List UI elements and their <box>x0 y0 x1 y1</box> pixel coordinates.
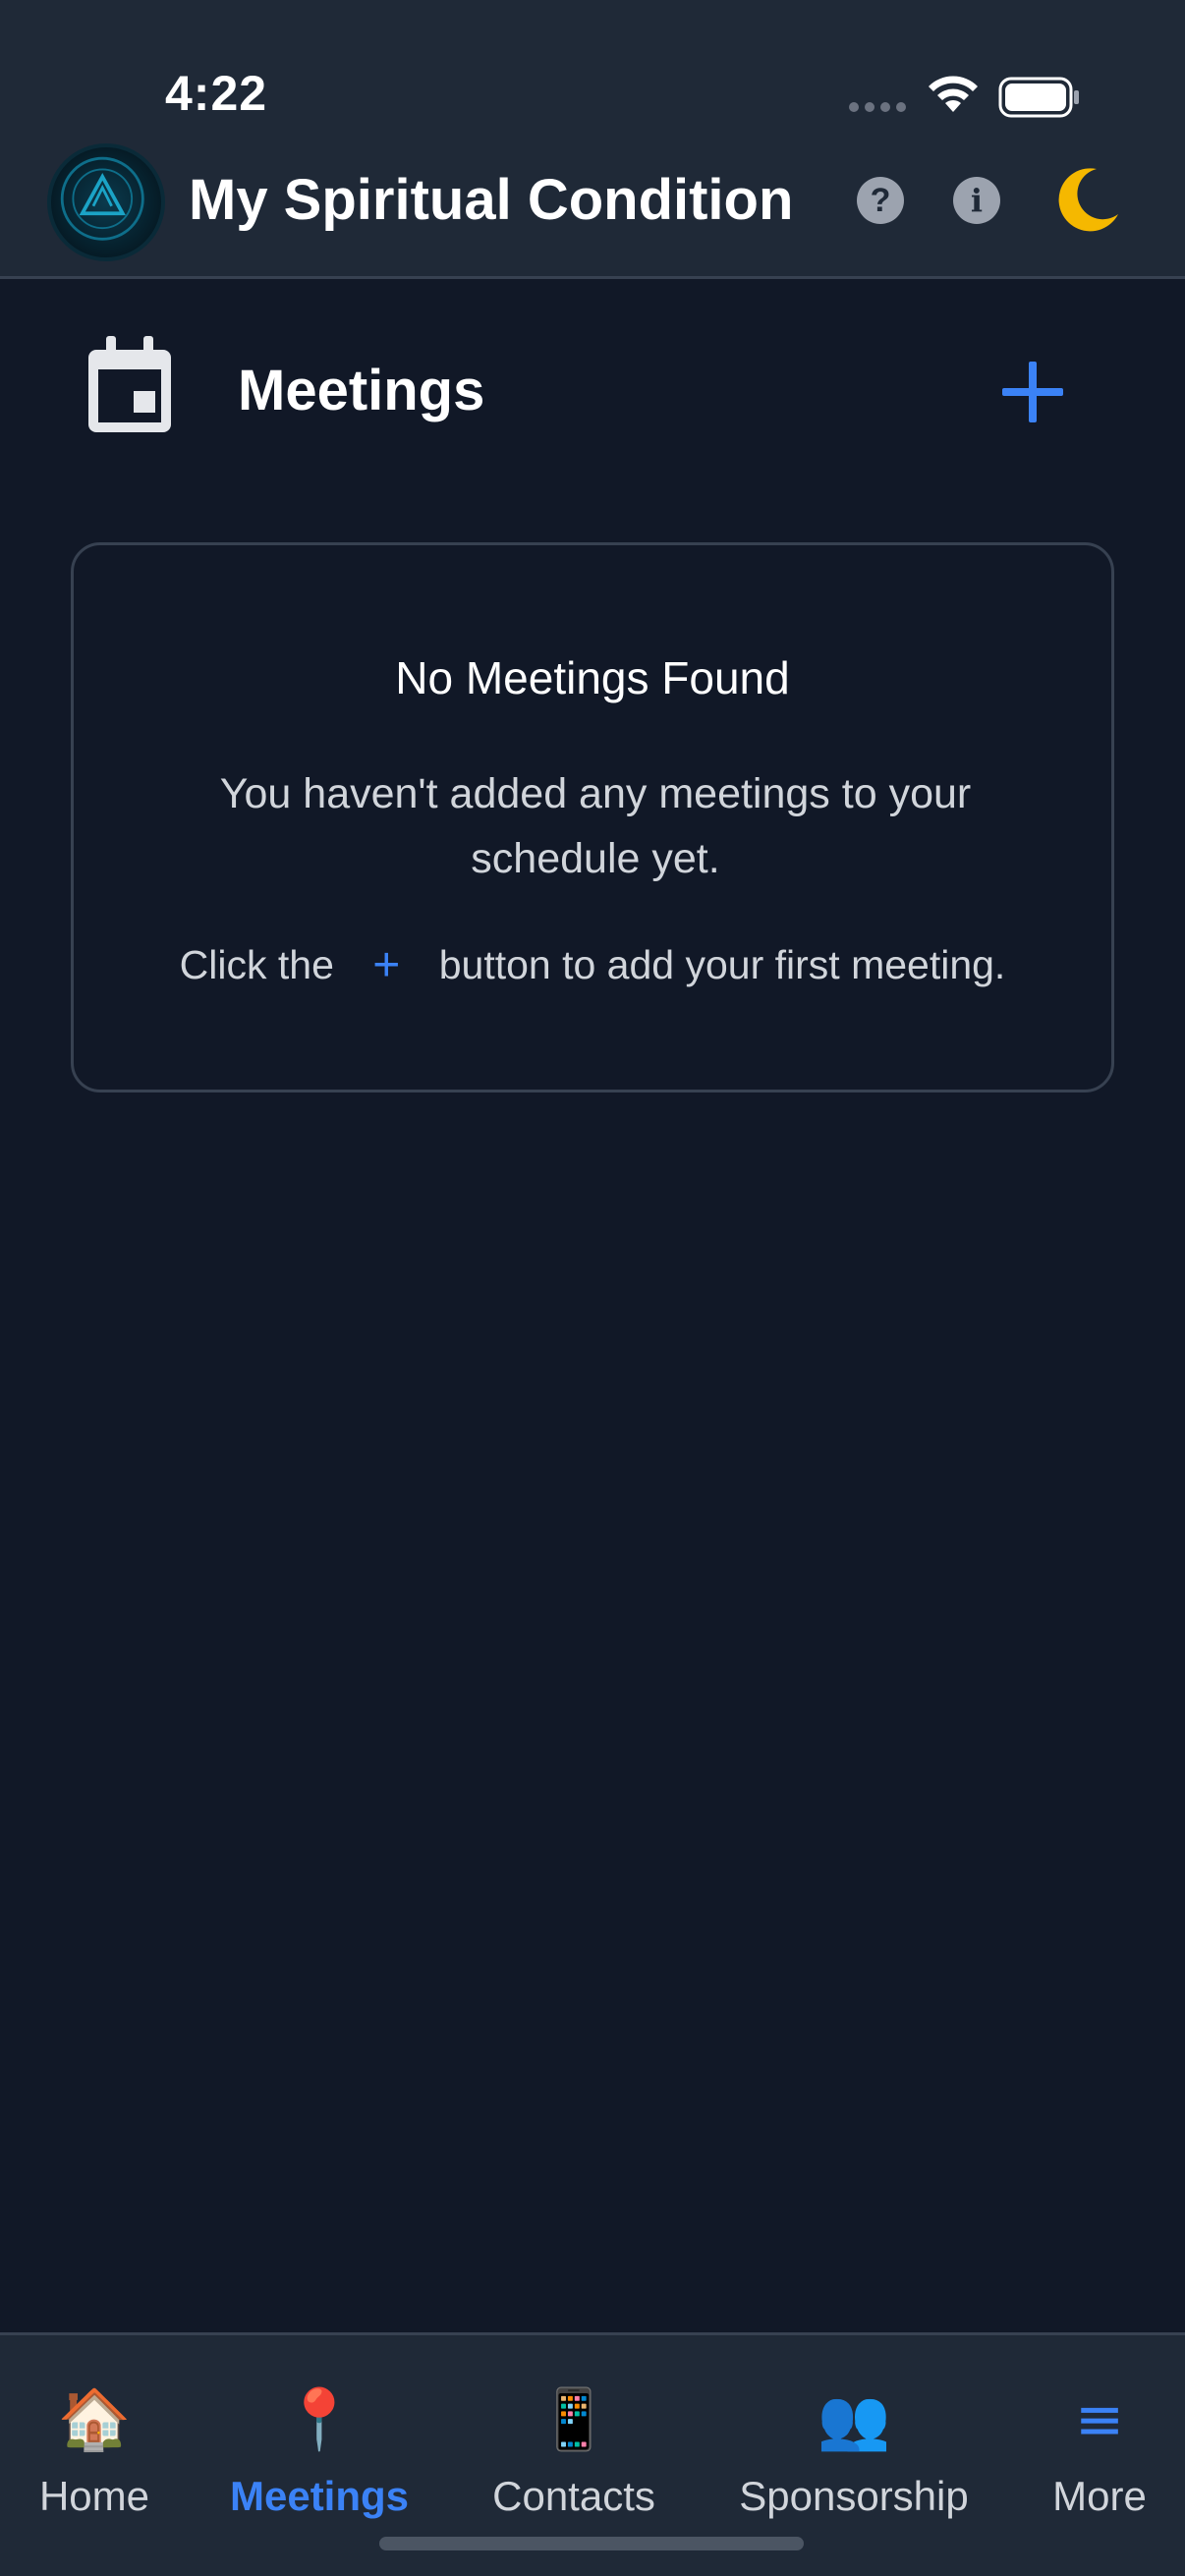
empty-state-title: No Meetings Found <box>395 652 790 703</box>
nav-item-contacts[interactable]: 📱 Contacts <box>485 2384 662 2520</box>
app-logo <box>47 143 165 261</box>
empty-state-card: No Meetings Found You haven't added any … <box>71 542 1114 1092</box>
nav-label-meetings: Meetings <box>229 2473 410 2519</box>
nav-item-meetings[interactable]: 📍 Meetings <box>224 2384 415 2520</box>
cellular-signal-icon <box>849 102 906 112</box>
page-title: Meetings <box>238 359 485 422</box>
hint-text-after: button to add your first meeting. <box>438 942 1006 987</box>
help-icon: ? <box>870 181 891 219</box>
status-time: 4:22 <box>165 66 268 121</box>
nav-label-contacts: Contacts <box>492 2473 655 2519</box>
home-icon: 🏠 <box>57 2385 132 2454</box>
info-button[interactable]: i <box>953 177 1000 224</box>
phone-icon: 📱 <box>536 2385 611 2454</box>
nav-item-more[interactable]: ≡ More <box>1045 2384 1154 2520</box>
plus-icon: + <box>372 939 401 991</box>
pin-icon: 📍 <box>282 2385 357 2454</box>
info-icon: i <box>970 182 984 219</box>
logo-triangle-icon <box>60 156 144 241</box>
empty-state-description: You haven't added any meetings to your s… <box>219 770 972 882</box>
app-header: 4:22 My Spiritual Condition ? i <box>0 0 1185 279</box>
home-indicator <box>379 2537 804 2550</box>
nav-item-sponsorship[interactable]: 👥 Sponsorship <box>731 2384 977 2520</box>
people-icon: 👥 <box>817 2385 891 2454</box>
nav-label-home: Home <box>38 2473 150 2519</box>
nav-label-sponsorship: Sponsorship <box>739 2473 969 2519</box>
wifi-icon <box>929 76 978 112</box>
nav-item-home[interactable]: 🏠 Home <box>35 2384 153 2520</box>
screen: 4:22 My Spiritual Condition ? i Meetings… <box>0 0 1185 2576</box>
battery-icon <box>998 77 1079 118</box>
calendar-icon <box>88 336 171 432</box>
empty-state-hint: Click the + button to add your first mee… <box>74 938 1111 992</box>
app-title: My Spiritual Condition <box>189 168 794 232</box>
theme-toggle-moon-icon[interactable] <box>1049 163 1124 238</box>
help-button[interactable]: ? <box>857 177 904 224</box>
add-meeting-button[interactable] <box>996 356 1069 428</box>
nav-label-more: More <box>1052 2473 1147 2519</box>
hint-text-before: Click the <box>179 942 334 987</box>
menu-icon: ≡ <box>1074 2385 1125 2454</box>
